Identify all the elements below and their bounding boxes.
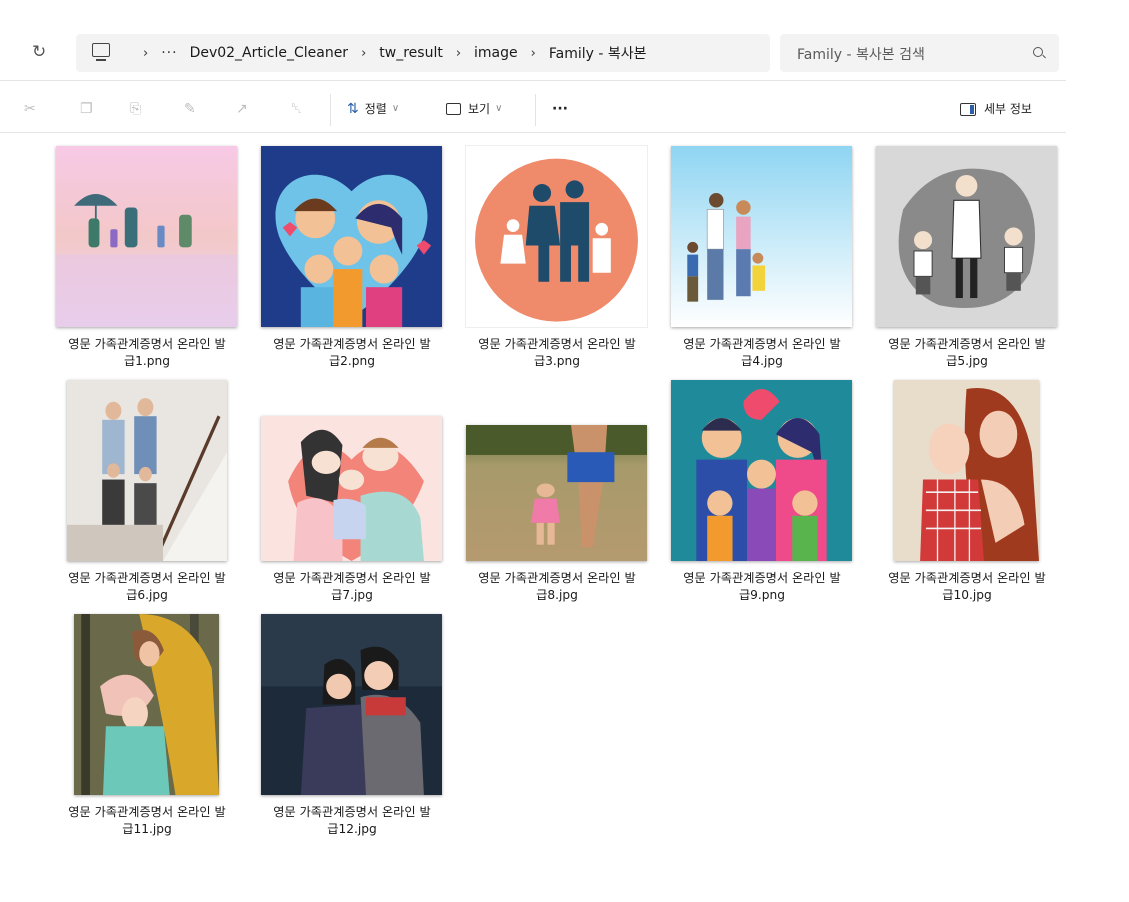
chevron-right-icon[interactable]: › — [143, 46, 148, 61]
file-item[interactable]: 영문 가족관계증명서 온라인 발 급8.jpg — [460, 378, 654, 608]
thumbnail-image — [671, 380, 852, 561]
command-bar: ✂ ❐ ⎘ ✎ ↗ ␡ ⇅ 정렬 ∨ 보기 ∨ ··· 세부 정보 — [0, 86, 1066, 133]
file-name[interactable]: 영문 가족관계증명서 온라인 발 급6.jpg — [50, 570, 244, 604]
thumbnail-image — [466, 425, 647, 561]
file-item[interactable]: 영문 가족관계증명서 온라인 발 급6.jpg — [50, 378, 244, 608]
chevron-down-icon: ∨ — [391, 103, 400, 114]
rename-icon[interactable]: ✎ — [184, 99, 196, 119]
details-label: 세부 정보 — [984, 102, 1032, 116]
toolbar-divider — [535, 94, 536, 126]
file-name[interactable]: 영문 가족관계증명서 온라인 발 급4.jpg — [665, 336, 859, 370]
breadcrumb-overflow[interactable]: ··· — [161, 45, 177, 61]
chevron-right-icon[interactable]: › — [456, 46, 461, 61]
chevron-right-icon[interactable]: › — [531, 46, 536, 61]
file-name[interactable]: 영문 가족관계증명서 온라인 발 급11.jpg — [50, 804, 244, 838]
thumbnail-image — [876, 146, 1057, 327]
file-name[interactable]: 영문 가족관계증명서 온라인 발 급7.jpg — [255, 570, 449, 604]
thumbnail-image — [466, 146, 647, 327]
sort-button[interactable]: ⇅ 정렬 ∨ — [347, 100, 399, 118]
chevron-right-icon[interactable]: › — [361, 46, 366, 61]
thumbnail-image — [261, 416, 442, 561]
file-grid: 영문 가족관계증명서 온라인 발 급1.png 영문 가족관계증명서 온라인 발급… — [50, 140, 1070, 860]
breadcrumb-item[interactable]: tw_result — [379, 45, 443, 61]
thumbnail-image — [66, 380, 227, 561]
view-button[interactable]: 보기 ∨ — [446, 100, 502, 118]
thumbnail-image — [261, 146, 442, 327]
file-item[interactable]: 영문 가족관계증명서 온라인 발 급10.jpg — [870, 378, 1064, 608]
sort-label: 정렬 — [364, 102, 387, 116]
file-item[interactable]: 영문 가족관계증명서 온라인 발 급4.jpg — [665, 144, 859, 374]
copy-icon[interactable]: ❐ — [80, 99, 93, 119]
toolbar-divider — [330, 94, 331, 126]
thumbnail-image — [261, 614, 442, 795]
computer-icon[interactable] — [92, 43, 110, 61]
file-item[interactable]: 영문 가족관계증명서 온라인 발 급1.png — [50, 144, 244, 374]
file-item[interactable]: 영문 가족관계증명서 온라인 발 급7.jpg — [255, 378, 449, 608]
cut-icon[interactable]: ✂ — [24, 99, 36, 119]
search-box[interactable]: Family - 복사본 검색 — [780, 34, 1059, 72]
details-pane-icon — [960, 102, 976, 116]
thumbnail-image — [56, 146, 237, 327]
thumbnail-image — [671, 146, 852, 327]
delete-icon[interactable]: ␡ — [291, 99, 302, 119]
chevron-down-icon: ∨ — [495, 103, 503, 114]
file-name[interactable]: 영문 가족관계증명서 온라인 발 급1.png — [50, 336, 244, 370]
paste-icon[interactable]: ⎘ — [130, 99, 141, 119]
file-item[interactable]: 영문 가족관계증명서 온라인 발 급2.png — [255, 144, 449, 374]
address-bar[interactable]: › ··· Dev02_Article_Cleaner › tw_result … — [76, 34, 770, 72]
file-name[interactable]: 영문 가족관계증명서 온라인 발 급3.png — [460, 336, 654, 370]
search-input[interactable]: Family - 복사본 검색 — [797, 44, 925, 64]
thumbnail-image — [894, 380, 1039, 561]
search-icon[interactable] — [1033, 47, 1043, 57]
details-button[interactable]: 세부 정보 — [960, 100, 1032, 118]
breadcrumb-item[interactable]: Dev02_Article_Cleaner — [190, 45, 349, 61]
file-name[interactable]: 영문 가족관계증명서 온라인 발 급12.jpg — [255, 804, 449, 838]
file-item[interactable]: 영문 가족관계증명서 온라인 발 급9.png — [665, 378, 859, 608]
file-name[interactable]: 영문 가족관계증명서 온라인 발 급8.jpg — [460, 570, 654, 604]
thumbnail-image — [74, 614, 219, 795]
sort-icon: ⇅ — [347, 101, 359, 117]
breadcrumb-item-current[interactable]: Family - 복사본 — [549, 43, 647, 63]
file-item[interactable]: 영문 가족관계증명서 온라인 발 급11.jpg — [50, 612, 244, 842]
file-name[interactable]: 영문 가족관계증명서 온라인 발 급10.jpg — [870, 570, 1064, 604]
view-icon — [446, 103, 461, 115]
address-row: ↻ › ··· Dev02_Article_Cleaner › tw_resul… — [0, 0, 1066, 81]
refresh-icon[interactable]: ↻ — [32, 42, 52, 62]
share-icon[interactable]: ↗ — [236, 99, 248, 119]
file-item[interactable]: 영문 가족관계증명서 온라인 발 급3.png — [460, 144, 654, 374]
file-item[interactable]: 영문 가족관계증명서 온라인 발 급12.jpg — [255, 612, 449, 842]
file-name[interactable]: 영문 가족관계증명서 온라인 발 급2.png — [255, 336, 449, 370]
file-name[interactable]: 영문 가족관계증명서 온라인 발 급9.png — [665, 570, 859, 604]
more-options-button[interactable]: ··· — [552, 100, 568, 118]
file-name[interactable]: 영문 가족관계증명서 온라인 발 급5.jpg — [870, 336, 1064, 370]
file-item[interactable]: 영문 가족관계증명서 온라인 발 급5.jpg — [870, 144, 1064, 374]
breadcrumb: › ··· Dev02_Article_Cleaner › tw_result … — [130, 34, 647, 72]
breadcrumb-item[interactable]: image — [474, 45, 518, 61]
view-label: 보기 — [468, 102, 491, 116]
